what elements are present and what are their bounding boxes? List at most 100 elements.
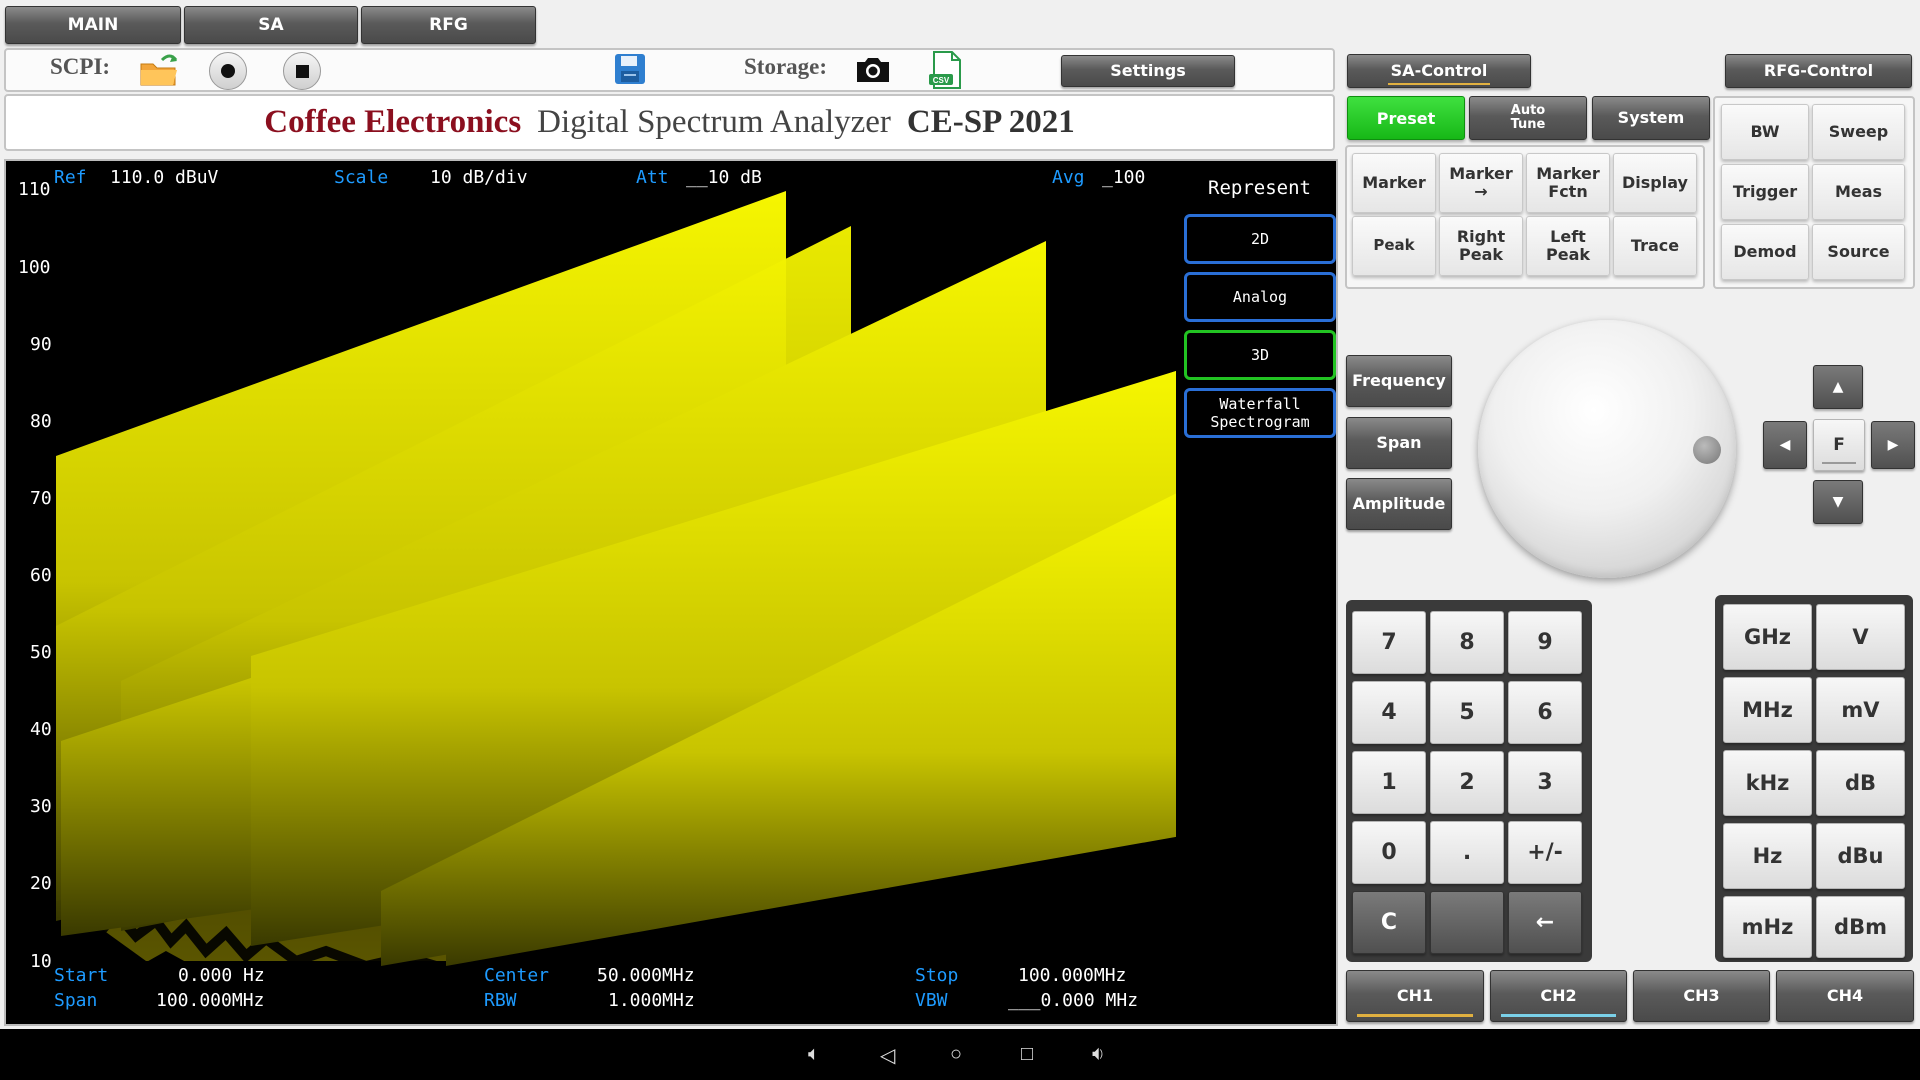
channel-ch4-button[interactable]: CH4 xyxy=(1776,970,1914,1022)
represent-3d-button[interactable]: 3D xyxy=(1184,330,1336,380)
vbw-value[interactable]: ___0.000 MHz xyxy=(1008,990,1138,1011)
center-value[interactable]: 50.000MHz xyxy=(597,965,695,986)
camera-icon[interactable] xyxy=(853,54,893,86)
trigger-button[interactable]: Trigger xyxy=(1721,164,1809,220)
span-label: Span xyxy=(54,990,98,1011)
unit-khz[interactable]: kHz xyxy=(1723,750,1812,816)
unit-dbu[interactable]: dBu xyxy=(1816,823,1905,889)
scale-value[interactable]: 10 dB/div xyxy=(430,167,528,188)
key-7[interactable]: 7 xyxy=(1352,611,1426,674)
unit-hz[interactable]: Hz xyxy=(1723,823,1812,889)
channel-ch2-button[interactable]: CH2 xyxy=(1490,970,1627,1022)
tab-main[interactable]: MAIN xyxy=(5,6,181,44)
unit-mv[interactable]: mV xyxy=(1816,677,1905,743)
save-icon[interactable] xyxy=(613,52,647,86)
tab-rfg[interactable]: RFG xyxy=(361,6,536,44)
dpad-left-button[interactable]: ◀ xyxy=(1763,421,1807,469)
tab-sa[interactable]: SA xyxy=(184,6,358,44)
key-blank[interactable] xyxy=(1430,891,1504,954)
key-4[interactable]: 4 xyxy=(1352,681,1426,744)
key-8[interactable]: 8 xyxy=(1430,611,1504,674)
stop-value[interactable]: 100.000MHz xyxy=(1018,965,1126,986)
unit-db[interactable]: dB xyxy=(1816,750,1905,816)
represent-analog-button[interactable]: Analog xyxy=(1184,272,1336,322)
represent-waterfall-button[interactable]: Waterfall Spectrogram xyxy=(1184,388,1336,438)
left-peak-button[interactable]: Left Peak xyxy=(1526,216,1610,276)
unit-ghz[interactable]: GHz xyxy=(1723,604,1812,670)
marker-to-button[interactable]: Marker → xyxy=(1439,153,1523,213)
key-5[interactable]: 5 xyxy=(1430,681,1504,744)
key-plus-minus[interactable]: +/- xyxy=(1508,821,1582,884)
back-icon[interactable]: ◁ xyxy=(880,1043,895,1068)
demod-button[interactable]: Demod xyxy=(1721,224,1809,280)
att-value[interactable]: __10 dB xyxy=(686,167,762,188)
home-icon[interactable]: ○ xyxy=(950,1043,962,1066)
bw-button[interactable]: BW xyxy=(1721,104,1809,160)
scpi-label: SCPI: xyxy=(50,54,111,79)
span-value[interactable]: 100.000MHz xyxy=(156,990,264,1011)
rotary-knob[interactable] xyxy=(1478,320,1736,578)
dpad-center-label: F xyxy=(1833,435,1845,455)
key-2[interactable]: 2 xyxy=(1430,751,1504,814)
dpad-down-button[interactable]: ▼ xyxy=(1813,480,1863,524)
unit-mhz-milli[interactable]: mHz xyxy=(1723,896,1812,958)
system-button[interactable]: System xyxy=(1592,96,1710,140)
ref-value[interactable]: 110.0 dBuV xyxy=(110,167,218,188)
scale-label: Scale xyxy=(334,167,389,188)
volume-down-icon[interactable]: 🔈︎ xyxy=(808,1043,820,1066)
volume-up-icon[interactable]: 🔉︎ xyxy=(1092,1043,1105,1066)
key-6[interactable]: 6 xyxy=(1508,681,1582,744)
meas-button[interactable]: Meas xyxy=(1812,164,1905,220)
represent-title: Represent xyxy=(1208,177,1311,199)
record-button[interactable] xyxy=(209,52,247,90)
sa-control-indicator xyxy=(1388,83,1490,85)
key-backspace[interactable]: ← xyxy=(1508,891,1582,954)
peak-button[interactable]: Peak xyxy=(1352,216,1436,276)
dpad-right-button[interactable]: ▶ xyxy=(1871,421,1915,469)
trace-button[interactable]: Trace xyxy=(1613,216,1697,276)
rbw-value[interactable]: 1.000MHz xyxy=(608,990,695,1011)
csv-export-icon[interactable]: CSV xyxy=(928,50,964,90)
rfg-control-button[interactable]: RFG-Control xyxy=(1725,54,1912,88)
stop-button[interactable] xyxy=(283,52,321,90)
channel-ch1-button[interactable]: CH1 xyxy=(1346,970,1484,1022)
sweep-button[interactable]: Sweep xyxy=(1812,104,1905,160)
key-9[interactable]: 9 xyxy=(1508,611,1582,674)
avg-value[interactable]: _100 xyxy=(1102,167,1145,188)
y-tick-30: 30 xyxy=(30,796,52,817)
dpad-up-button[interactable]: ▲ xyxy=(1813,365,1863,409)
channel-ch3-button[interactable]: CH3 xyxy=(1633,970,1770,1022)
dpad-center-button[interactable]: F xyxy=(1813,419,1865,471)
preset-button[interactable]: Preset xyxy=(1347,96,1465,140)
storage-label: Storage: xyxy=(744,54,828,79)
key-3[interactable]: 3 xyxy=(1508,751,1582,814)
spectrum-display[interactable]: 110 100 90 80 70 60 50 40 30 20 10 Ref 1… xyxy=(4,159,1338,1026)
display-button[interactable]: Display xyxy=(1613,153,1697,213)
y-tick-60: 60 xyxy=(30,565,52,586)
span-button[interactable]: Span xyxy=(1346,417,1452,469)
marker-fctn-button[interactable]: Marker Fctn xyxy=(1526,153,1610,213)
auto-tune-button[interactable]: Auto Tune xyxy=(1469,96,1587,140)
knob-indicator xyxy=(1693,436,1721,464)
unit-dbm[interactable]: dBm xyxy=(1816,896,1905,958)
open-folder-icon[interactable] xyxy=(138,52,180,88)
sa-control-button[interactable]: SA-Control xyxy=(1347,54,1531,88)
right-peak-button[interactable]: Right Peak xyxy=(1439,216,1523,276)
stop-icon xyxy=(295,64,309,78)
settings-button[interactable]: Settings xyxy=(1061,55,1235,87)
amplitude-button[interactable]: Amplitude xyxy=(1346,478,1452,530)
source-button[interactable]: Source xyxy=(1812,224,1905,280)
represent-2d-button[interactable]: 2D xyxy=(1184,214,1336,264)
start-value[interactable]: 0.000 Hz xyxy=(178,965,265,986)
y-tick-110: 110 xyxy=(18,179,51,200)
marker-button[interactable]: Marker xyxy=(1352,153,1436,213)
frequency-button[interactable]: Frequency xyxy=(1346,355,1452,407)
start-label: Start xyxy=(54,965,109,986)
recents-icon[interactable]: □ xyxy=(1021,1043,1033,1066)
key-1[interactable]: 1 xyxy=(1352,751,1426,814)
unit-mhz[interactable]: MHz xyxy=(1723,677,1812,743)
key-decimal[interactable]: . xyxy=(1430,821,1504,884)
key-clear[interactable]: C xyxy=(1352,891,1426,954)
key-0[interactable]: 0 xyxy=(1352,821,1426,884)
unit-v[interactable]: V xyxy=(1816,604,1905,670)
